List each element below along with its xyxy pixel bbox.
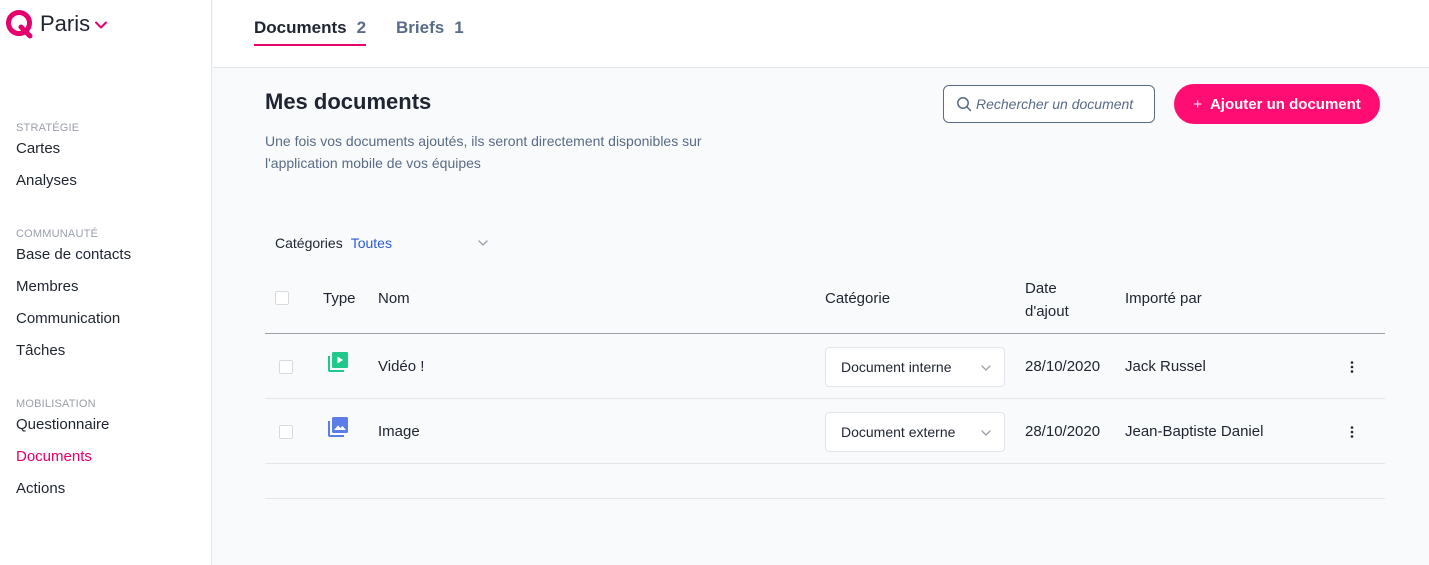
search-icon — [957, 97, 972, 112]
document-date: 28/10/2020 — [1025, 423, 1101, 440]
category-select-value: Document interne — [841, 359, 952, 375]
tab-documents[interactable]: Documents 2 — [254, 18, 367, 46]
sidebar-item-communication[interactable]: Communication — [16, 310, 120, 327]
sidebar-item-documents[interactable]: Documents — [16, 448, 92, 465]
sidebar-item-taches[interactable]: Tâches — [16, 342, 65, 359]
workspace-switcher[interactable]: Paris — [4, 8, 108, 40]
tab-label: Documents — [254, 18, 347, 37]
chevron-down-icon — [478, 240, 488, 246]
column-header-date: Date d'ajout — [1025, 280, 1069, 320]
column-header-imported-by: Importé par — [1125, 290, 1202, 307]
tab-bar: Documents 2 Briefs 1 — [213, 0, 1429, 68]
chevron-down-icon — [95, 21, 108, 29]
sidebar-item-analyses[interactable]: Analyses — [16, 172, 77, 189]
table-footer-divider — [265, 464, 1385, 499]
sidebar-item-actions[interactable]: Actions — [16, 480, 65, 497]
chevron-down-icon — [981, 365, 991, 371]
tab-briefs[interactable]: Briefs 1 — [396, 18, 464, 44]
column-header-category: Catégorie — [825, 290, 891, 307]
add-document-label: Ajouter un document — [1209, 95, 1361, 113]
search-input[interactable] — [976, 96, 1156, 112]
image-library-icon — [328, 417, 348, 437]
brand-logo-icon — [6, 10, 33, 39]
category-select[interactable]: Document externe — [825, 412, 1005, 452]
sidebar-item-questionnaire[interactable]: Questionnaire — [16, 416, 109, 433]
section-label-communaute: COMMUNAUTÉ — [16, 228, 99, 240]
sidebar-item-base-de-contacts[interactable]: Base de contacts — [16, 246, 131, 263]
document-name: Image — [378, 423, 420, 440]
document-name: Vidéo ! — [378, 358, 425, 375]
row-checkbox[interactable] — [279, 425, 293, 439]
category-select[interactable]: Document interne — [825, 347, 1005, 387]
category-filter[interactable]: Catégories Toutes — [275, 235, 489, 251]
table-header: Type Nom Catégorie Date d'ajout Importé … — [265, 270, 1385, 334]
table-row[interactable]: Vidéo ! Document interne 28/10/2020 Jack… — [265, 334, 1385, 399]
sidebar-item-cartes[interactable]: Cartes — [16, 140, 60, 157]
document-date: 28/10/2020 — [1025, 358, 1101, 375]
more-vertical-icon[interactable] — [1345, 425, 1359, 439]
video-library-icon — [328, 352, 348, 372]
document-imported-by: Jean-Baptiste Daniel — [1125, 423, 1264, 440]
tab-label: Briefs — [396, 18, 445, 37]
documents-table: Type Nom Catégorie Date d'ajout Importé … — [265, 270, 1385, 499]
column-header-name: Nom — [378, 290, 410, 307]
workspace-name: Paris — [40, 11, 91, 36]
category-filter-value: Toutes — [350, 235, 392, 251]
sidebar-item-membres[interactable]: Membres — [16, 278, 79, 295]
row-checkbox[interactable] — [279, 360, 293, 374]
column-header-type: Type — [323, 290, 356, 307]
section-label-mobilisation: MOBILISATION — [16, 398, 96, 410]
page-description: Une fois vos documents ajoutés, ils sero… — [265, 133, 702, 171]
search-box[interactable] — [943, 85, 1156, 123]
category-filter-label: Catégories — [275, 235, 343, 251]
category-select-value: Document externe — [841, 424, 956, 440]
page-title: Mes documents — [265, 89, 432, 114]
section-label-strategie: STRATÉGIE — [16, 122, 80, 134]
more-vertical-icon[interactable] — [1345, 360, 1359, 374]
sidebar: Paris STRATÉGIE Cartes Analyses COMMUNAU… — [0, 0, 212, 565]
tab-count: 1 — [454, 18, 464, 37]
plus-icon: + — [1193, 95, 1202, 113]
document-imported-by: Jack Russel — [1125, 358, 1206, 375]
tab-count: 2 — [356, 18, 367, 37]
chevron-down-icon — [981, 430, 991, 436]
add-document-button[interactable]: + Ajouter un document — [1174, 84, 1380, 124]
select-all-checkbox[interactable] — [275, 291, 289, 305]
table-row[interactable]: Image Document externe 28/10/2020 Jean-B… — [265, 399, 1385, 464]
